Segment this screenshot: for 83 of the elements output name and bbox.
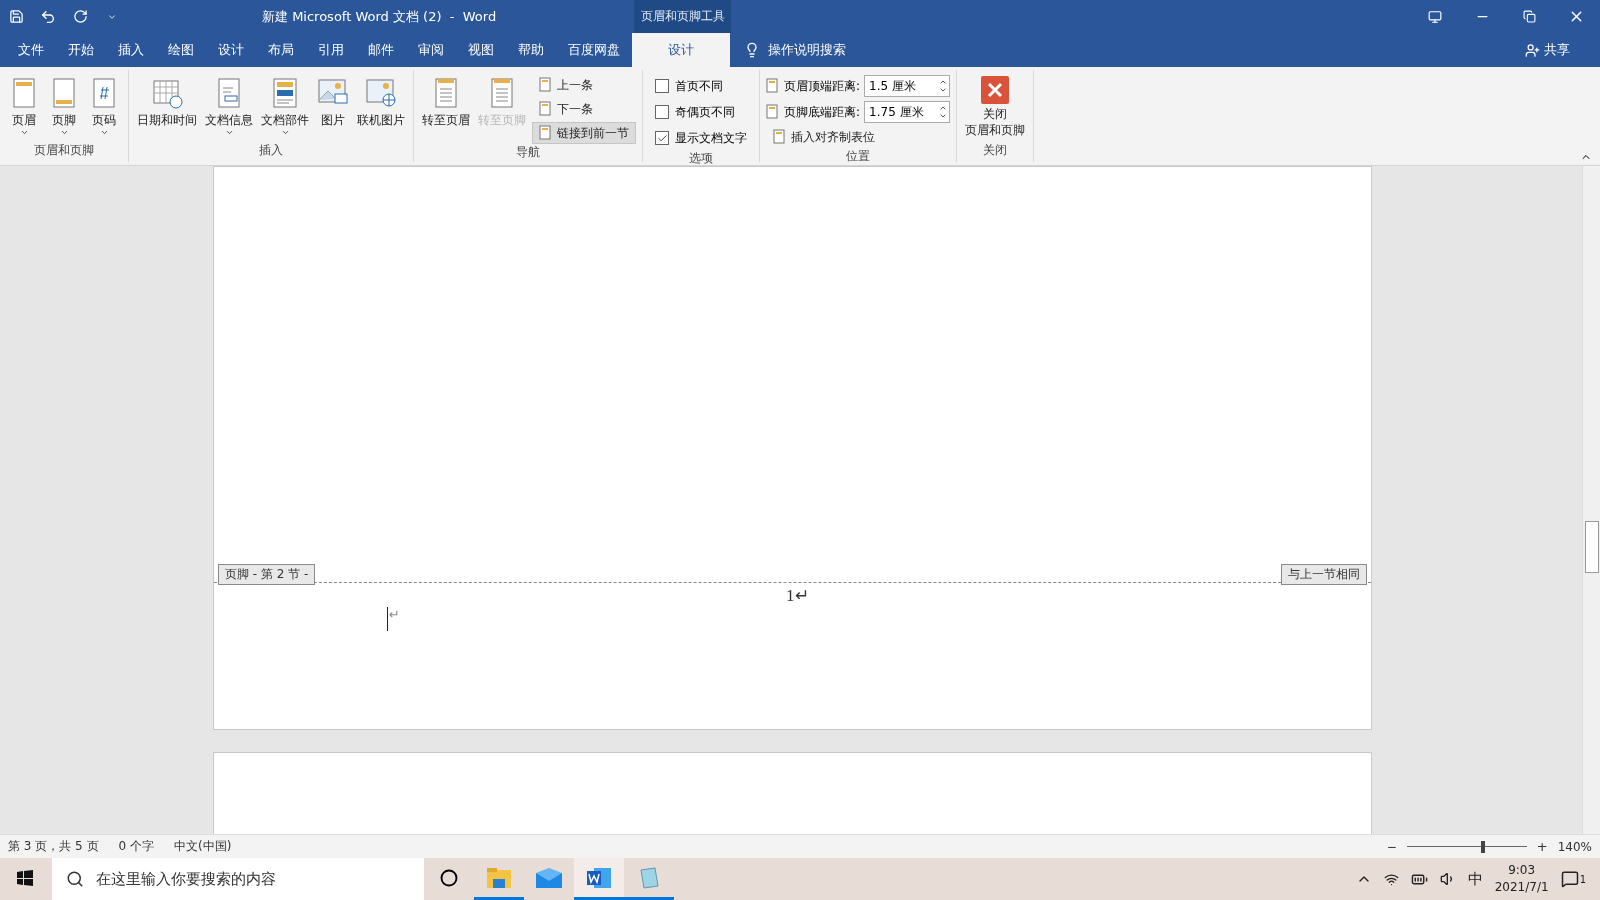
group-label: 导航 (515, 144, 541, 161)
ribbon-button[interactable]: 转至页眉 (420, 74, 472, 130)
windows-icon (17, 869, 33, 886)
footer-section-tag: 页脚 - 第 2 节 - (218, 564, 316, 585)
user-icon (1525, 42, 1540, 58)
spinner-label: 页脚底端距离: (784, 103, 861, 121)
ribbon-button[interactable]: 上一条 (532, 74, 636, 96)
clock[interactable]: 9:03 2021/7/1 (1494, 862, 1549, 896)
search-icon (66, 870, 84, 888)
menu-tab[interactable]: 开始 (56, 33, 106, 67)
page-info: 第 3 页，共 5 页 (8, 838, 99, 855)
zoom-in-button[interactable]: + (1536, 839, 1548, 854)
context-tab-title: 页眉和页脚工具 (634, 0, 732, 33)
menu-tab[interactable]: 设计 (632, 33, 730, 67)
zoom-out-button[interactable]: − (1386, 839, 1397, 854)
ribbon-button[interactable]: 联机图片 (355, 74, 407, 130)
menu-tab[interactable]: 审阅 (406, 33, 456, 67)
ribbon-button[interactable]: 链接到前一节 (532, 122, 636, 144)
menu-tab[interactable]: 帮助 (506, 33, 556, 67)
spinner-field[interactable]: 1.75 厘米 (864, 101, 951, 123)
menu-tab[interactable]: 百度网盘 (556, 33, 632, 67)
group-label: 页眉和页脚 (33, 142, 95, 159)
window-title: 新建 Microsoft Word 文档 (2) - Word (262, 7, 497, 26)
input-method[interactable]: 中 (1467, 869, 1483, 889)
spinner-label: 页眉顶端距离: (784, 77, 861, 95)
ribbon-button[interactable]: 文档信息 (203, 74, 255, 139)
caret-icon (59, 128, 69, 137)
checkbox[interactable] (655, 79, 669, 93)
tab-stop-icon (773, 129, 787, 145)
checkbox[interactable] (655, 105, 669, 119)
folder-icon (486, 866, 512, 889)
document-app-icon (586, 865, 612, 890)
same-as-previous-tag: 与上一节相同 (1281, 564, 1367, 585)
page-margin-icon (766, 78, 780, 94)
zoom-level[interactable]: 140% (1557, 839, 1592, 854)
paragraph-mark: ↵ (387, 607, 400, 631)
menu-tab[interactable]: 布局 (256, 33, 306, 67)
menu-tab[interactable]: 邮件 (356, 33, 406, 67)
page-margin-icon (766, 104, 780, 120)
lightbulb-icon (744, 42, 760, 58)
menu-tab[interactable]: 插入 (106, 33, 156, 67)
option-checkbox[interactable]: 显示文档文字 (649, 126, 753, 150)
globe-picture-icon (365, 76, 397, 110)
spinner-field[interactable]: 1.5 厘米 (864, 75, 951, 97)
ribbon-button[interactable]: 文档部件 (259, 74, 311, 139)
share-button[interactable]: 共享 (1519, 33, 1576, 67)
caret-icon (280, 128, 290, 137)
wifi-icon[interactable] (1383, 871, 1399, 887)
group-label: 位置 (845, 148, 871, 165)
menu-tab[interactable]: 引用 (306, 33, 356, 67)
mail-icon (535, 866, 563, 889)
ribbon-button[interactable]: 页码 (86, 74, 122, 139)
circle-icon (440, 868, 458, 887)
notepad-icon (637, 865, 661, 890)
page-number: 1↵ (786, 585, 809, 606)
checkbox[interactable] (655, 131, 669, 145)
ribbon-button[interactable]: 页眉 (6, 74, 42, 139)
ribbon-button[interactable]: 下一条 (532, 98, 636, 120)
ribbon-button[interactable]: 图片 (315, 74, 351, 130)
language: 中文(中国) (174, 838, 232, 855)
option-checkbox[interactable]: 首页不同 (649, 74, 753, 98)
group-label: 插入 (258, 142, 284, 159)
menu-tab[interactable]: 文件 (6, 33, 56, 67)
ribbon-button[interactable]: 插入对齐制表位 (766, 126, 951, 148)
menu-tab[interactable]: 设计 (206, 33, 256, 67)
close-header-footer-button[interactable]: 关闭 页眉和页脚 (963, 74, 1028, 140)
caret-icon (19, 128, 29, 137)
option-checkbox[interactable]: 奇偶页不同 (649, 100, 753, 124)
word-count: 0 个字 (118, 838, 154, 855)
zoom-thumb[interactable] (1481, 840, 1486, 853)
menu-tab[interactable]: 视图 (456, 33, 506, 67)
group-label: 选项 (688, 150, 714, 167)
caret-icon (99, 128, 109, 137)
taskbar-app[interactable] (574, 858, 624, 900)
ribbon-button[interactable]: 页脚 (46, 74, 82, 139)
close-icon (981, 76, 1010, 104)
vertical-scrollbar[interactable] (1582, 166, 1600, 834)
group-label: 关闭 (982, 142, 1009, 159)
ribbon-button[interactable]: 日期和时间 (135, 74, 199, 130)
caret-icon (224, 128, 234, 137)
tell-me-search[interactable]: 操作说明搜索 (768, 41, 846, 59)
taskbar-search-field[interactable]: 在这里输入你要搜索的内容 (52, 858, 424, 900)
menu-tab[interactable]: 绘图 (156, 33, 206, 67)
